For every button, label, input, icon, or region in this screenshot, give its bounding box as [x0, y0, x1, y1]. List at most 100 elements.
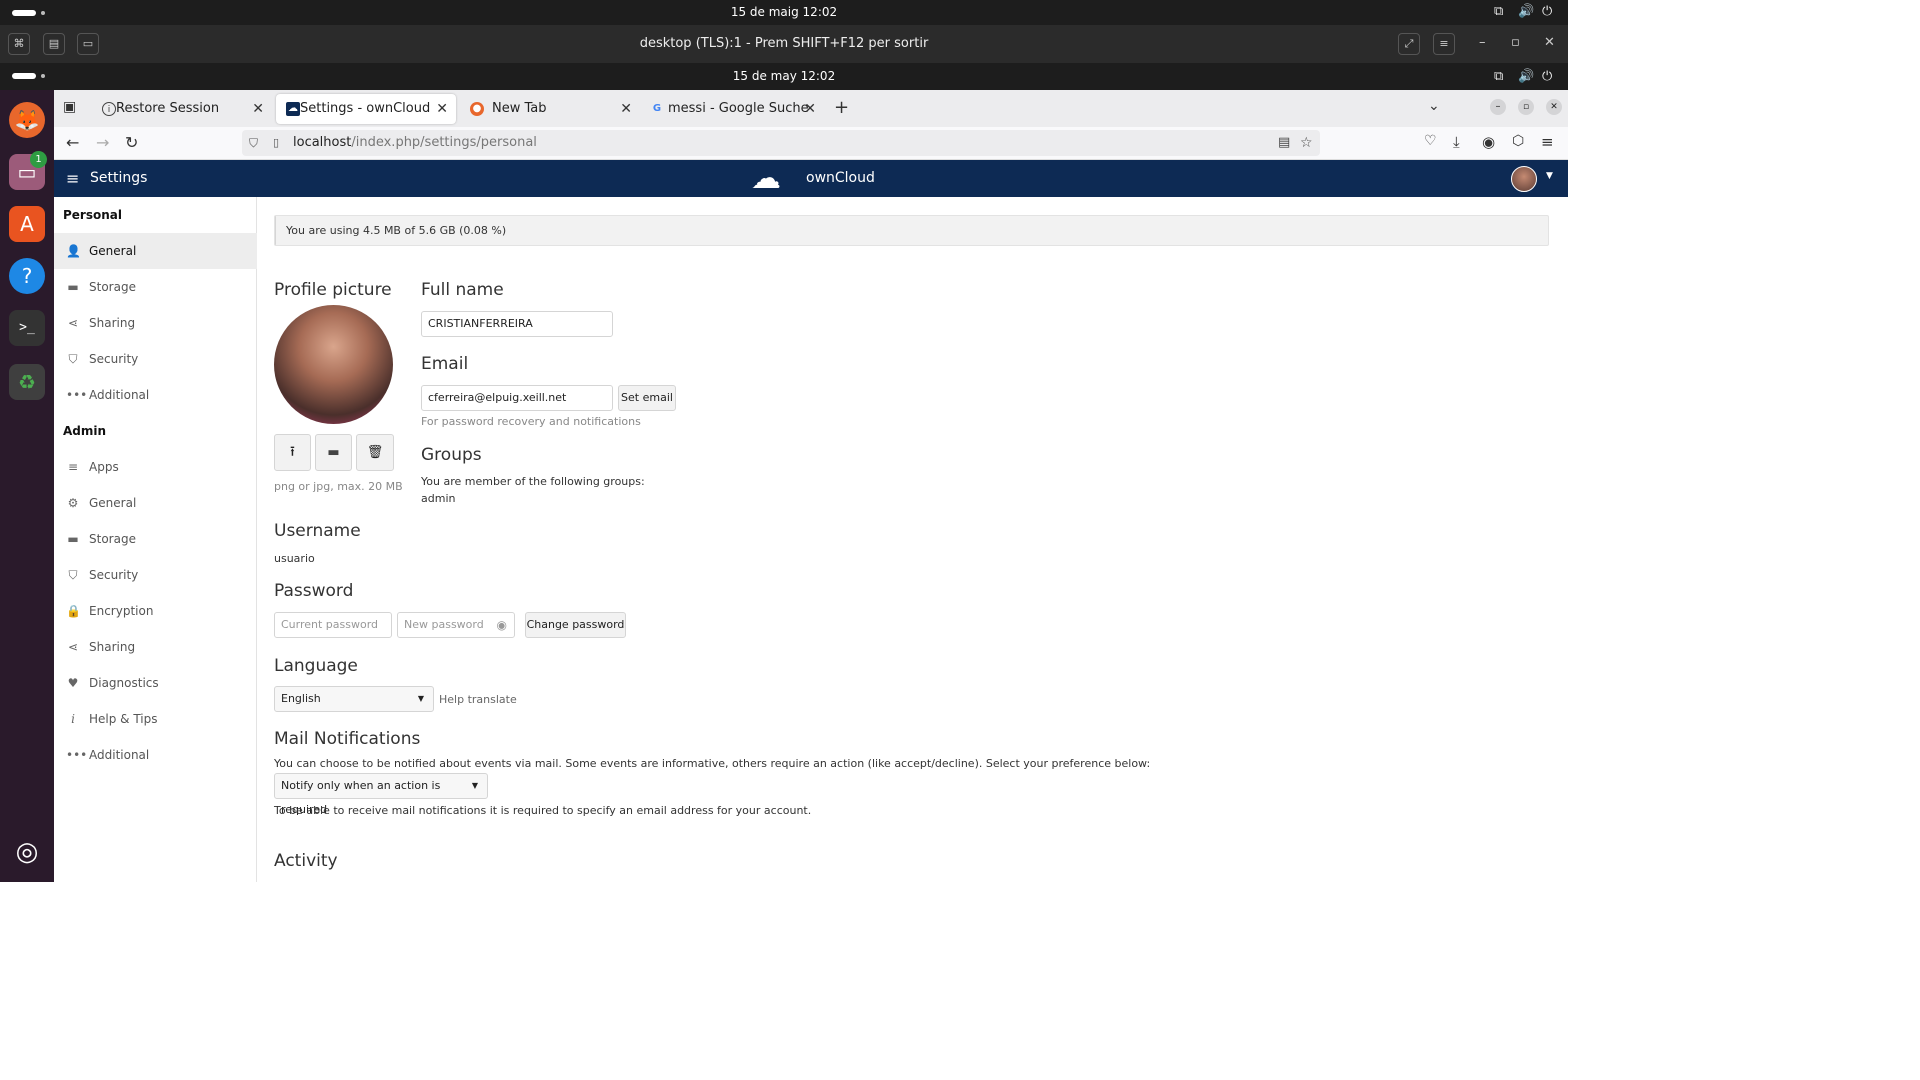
volume-icon[interactable]: 🔊: [1518, 4, 1534, 19]
help-icon[interactable]: ?: [9, 258, 45, 294]
window-restore-icon[interactable]: ▫: [1518, 99, 1534, 115]
sidebar-item-personal-additional[interactable]: ••• Additional: [54, 377, 257, 413]
tab-close-icon[interactable]: ✕: [804, 94, 816, 124]
page-info-icon[interactable]: ▯: [273, 130, 279, 156]
change-password-button[interactable]: Change password: [525, 612, 626, 638]
url-path: /index.php/settings/personal: [351, 135, 537, 150]
close-icon[interactable]: ✕: [1544, 35, 1555, 50]
tab-restore-session[interactable]: i Restore Session ✕: [92, 94, 272, 124]
sidebar-item-personal-storage[interactable]: ▬ Storage: [54, 269, 257, 305]
url-bar[interactable]: ⛉ ▯ localhost/index.php/settings/persona…: [242, 130, 1320, 156]
tab-label: New Tab: [492, 101, 547, 116]
sidebar-item-personal-sharing[interactable]: ⋖ Sharing: [54, 305, 257, 341]
brand-name: ownCloud: [806, 170, 875, 186]
reload-icon[interactable]: ↻: [125, 133, 138, 152]
tab-google-search[interactable]: G messi - Google Suche ✕: [644, 94, 824, 124]
sidebar-item-admin-diagnostics[interactable]: ♥ Diagnostics: [54, 665, 257, 701]
shield-icon[interactable]: ⛉: [249, 130, 258, 156]
notification-badge: 1: [30, 151, 47, 168]
eye-icon[interactable]: ◉: [497, 613, 507, 637]
back-icon[interactable]: ←: [66, 133, 79, 152]
hamburger-menu-icon[interactable]: ≡: [66, 169, 79, 188]
chevron-down-icon[interactable]: ▼: [1546, 171, 1553, 181]
language-select[interactable]: English ▼: [274, 686, 434, 712]
set-email-button[interactable]: Set email: [618, 385, 676, 411]
remote-title: desktop (TLS):1 - Prem SHIFT+F12 per sor…: [639, 36, 929, 51]
avatar[interactable]: [1511, 166, 1537, 192]
reader-view-icon[interactable]: ▤: [1278, 130, 1290, 156]
extensions-icon[interactable]: ⬡: [1512, 133, 1524, 149]
menu-icon[interactable]: ≡: [1433, 33, 1455, 55]
forward-icon[interactable]: →: [96, 133, 109, 152]
sidebar-item-admin-storage[interactable]: ▬ Storage: [54, 521, 257, 557]
maximize-icon[interactable]: ▫: [1511, 35, 1520, 50]
sidebar-item-admin-help[interactable]: i Help & Tips: [54, 701, 257, 737]
tab-label: messi - Google Suche: [668, 101, 809, 116]
app-menu-icon[interactable]: ≡: [1541, 133, 1554, 151]
bookmark-star-icon[interactable]: ☆: [1300, 130, 1313, 156]
more-icon: •••: [66, 748, 88, 762]
owncloud-logo-icon[interactable]: ☁: [751, 160, 781, 197]
new-tab-icon[interactable]: +: [834, 97, 849, 118]
sidebar-item-label: Help & Tips: [89, 712, 158, 726]
window-minimize-icon[interactable]: –: [1490, 99, 1506, 115]
account-icon[interactable]: ◉: [1482, 133, 1495, 151]
sidebar-item-personal-security[interactable]: ⛉ Security: [54, 341, 257, 377]
current-password-input[interactable]: Current password: [274, 612, 392, 638]
show-apps-icon[interactable]: ◎: [9, 834, 45, 870]
sidebar-item-personal-general[interactable]: 👤 General: [54, 233, 257, 269]
browser-nav-bar: ← → ↻ ⛉ ▯ localhost/index.php/settings/p…: [54, 127, 1568, 160]
firefox-icon: ●: [470, 102, 484, 116]
page-title[interactable]: Settings: [90, 170, 147, 186]
sidebar-item-admin-apps[interactable]: ≡ Apps: [54, 449, 257, 485]
sidebar-item-admin-encryption[interactable]: 🔒 Encryption: [54, 593, 257, 629]
network-icon[interactable]: ⧉: [1494, 4, 1503, 19]
firefox-icon[interactable]: 🦊: [9, 102, 45, 138]
share-icon: ⋖: [67, 316, 79, 330]
sidebar-item-admin-general[interactable]: ⚙ General: [54, 485, 257, 521]
sidebar-item-admin-security[interactable]: ⛉ Security: [54, 557, 257, 593]
inner-clock[interactable]: 15 de may 12:02: [0, 69, 1568, 83]
folder-icon[interactable]: ▬: [315, 434, 352, 471]
minimize-icon[interactable]: –: [1479, 35, 1486, 50]
tab-close-icon[interactable]: ✕: [436, 94, 448, 124]
inner-power-icon[interactable]: ⏻: [1542, 69, 1552, 84]
sidebar-item-admin-additional[interactable]: ••• Additional: [54, 737, 257, 773]
username-value: usuario: [274, 552, 315, 565]
trash-icon[interactable]: 🗑: [356, 434, 394, 471]
email-input[interactable]: cferreira@elpuig.xeill.net: [421, 385, 613, 411]
terminal-icon[interactable]: >_: [9, 310, 45, 346]
downloads-icon[interactable]: ⤓: [1453, 133, 1460, 151]
tab-close-icon[interactable]: ✕: [252, 94, 264, 124]
trash-icon[interactable]: ♻: [9, 364, 45, 400]
folder-icon: ▬: [67, 280, 79, 294]
outer-clock[interactable]: 15 de maig 12:02: [0, 5, 1568, 19]
groups-text: You are member of the following groups:: [421, 475, 645, 488]
full-name-input[interactable]: CRISTIANFERREIRA: [421, 311, 613, 337]
sidebar-item-admin-sharing[interactable]: ⋖ Sharing: [54, 629, 257, 665]
tab-new-tab[interactable]: ● New Tab ✕: [460, 94, 640, 124]
inner-volume-icon[interactable]: 🔊: [1518, 69, 1534, 84]
tab-overview-icon[interactable]: ▣: [63, 99, 76, 115]
upload-icon[interactable]: ⭱: [274, 434, 311, 471]
chevron-down-icon: ▼: [417, 694, 424, 703]
fullscreen-icon[interactable]: ⤢: [1398, 33, 1420, 55]
tab-settings-owncloud[interactable]: ☁ Settings - ownCloud ✕: [276, 94, 456, 124]
shield-icon: ⛉: [68, 352, 78, 366]
owncloud-icon: ☁: [286, 102, 300, 116]
app-center-icon[interactable]: A: [9, 206, 45, 242]
window-close-icon[interactable]: ✕: [1546, 99, 1562, 115]
quota-text: You are using 4.5 MB of 5.6 GB (0.08 %): [286, 224, 507, 237]
sidebar-item-label: Encryption: [89, 604, 154, 618]
mail-notifications-select[interactable]: Notify only when an action is required ▼: [274, 773, 488, 816]
tab-close-icon[interactable]: ✕: [620, 94, 632, 124]
sidebar-item-label: Diagnostics: [89, 676, 159, 690]
help-translate-link[interactable]: Help translate: [439, 693, 517, 706]
new-password-input[interactable]: New password ◉: [397, 612, 515, 638]
power-icon[interactable]: ⏻: [1542, 4, 1552, 19]
folder-icon: ▬: [67, 532, 79, 546]
pocket-icon[interactable]: ♡: [1424, 133, 1437, 149]
list-tabs-icon[interactable]: ⌄: [1428, 98, 1440, 114]
more-icon: •••: [66, 388, 88, 402]
inner-network-icon[interactable]: ⧉: [1494, 69, 1503, 84]
